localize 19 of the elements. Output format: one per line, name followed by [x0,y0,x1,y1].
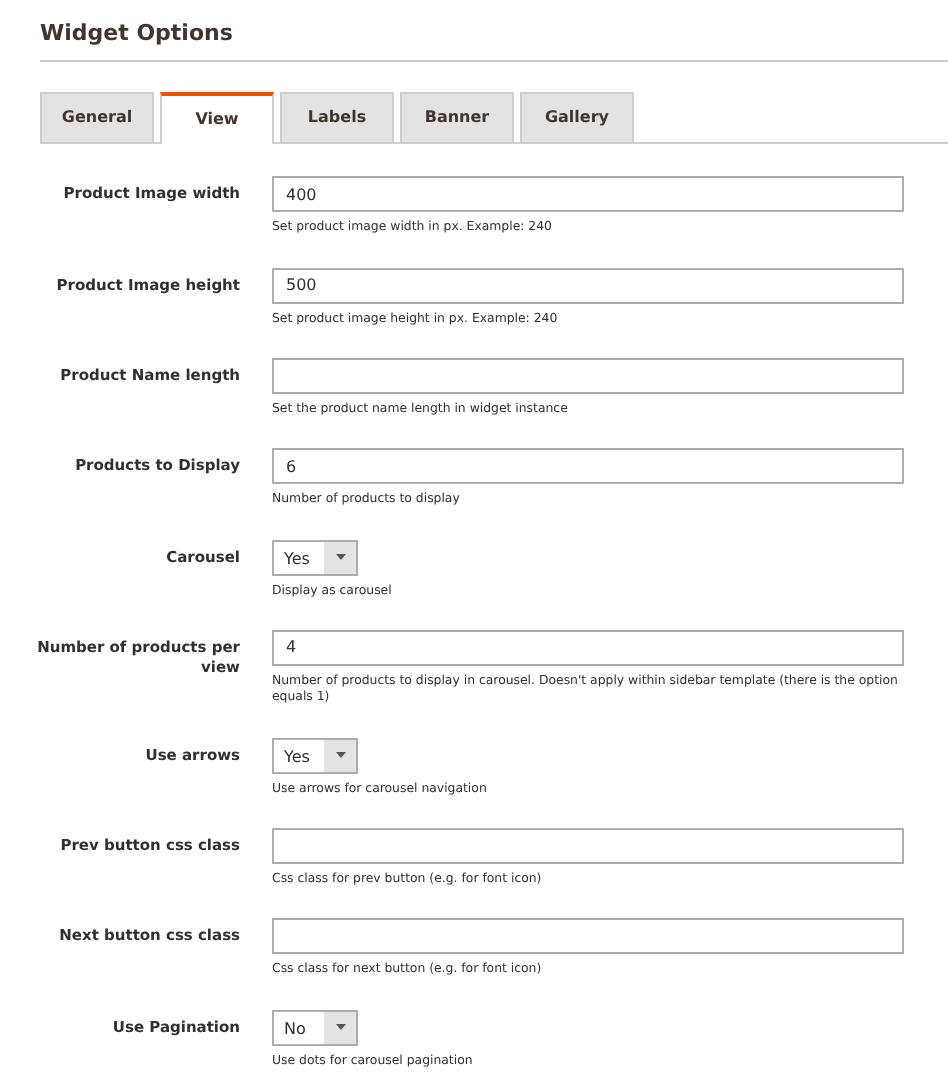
text-field[interactable]: 500 [272,267,904,304]
caret-icon [335,752,345,759]
caret-icon [335,554,345,561]
tab[interactable]: General [40,92,154,143]
text-field[interactable]: 6 [272,448,904,485]
select-dropdown[interactable]: Yes [272,737,358,774]
text-field[interactable] [272,918,904,955]
tab[interactable]: Banner [400,92,514,143]
tab[interactable]: Gallery [520,92,634,143]
tab[interactable]: View [160,92,274,145]
caret-icon [335,1024,345,1031]
tab[interactable]: Labels [280,92,394,143]
select-dropdown[interactable]: Yes [272,539,358,576]
section-title: Widget Options [38,18,235,47]
select-dropdown[interactable]: No [272,1009,358,1046]
text-field[interactable] [272,357,904,394]
text-field[interactable]: 400 [272,176,904,213]
text-field[interactable]: 4 [272,629,904,666]
text-field[interactable] [272,828,904,865]
